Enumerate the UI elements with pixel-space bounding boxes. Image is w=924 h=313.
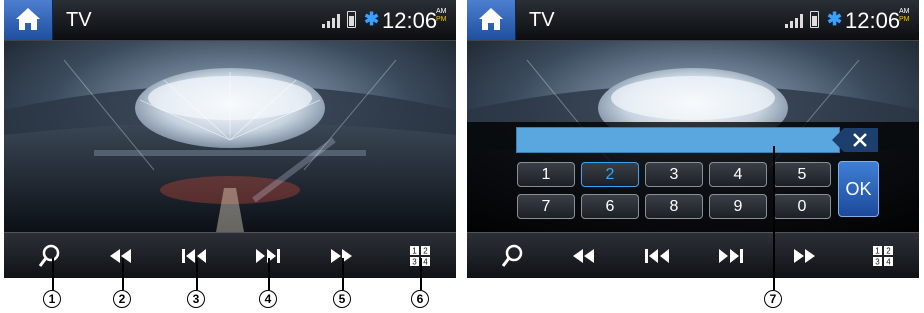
rewind-icon <box>573 249 594 263</box>
search-button[interactable] <box>34 241 64 271</box>
key-6[interactable]: 6 <box>581 194 639 219</box>
previous-track-icon <box>645 249 669 263</box>
key-label: 6 <box>605 197 615 215</box>
key-8[interactable]: 8 <box>645 194 703 219</box>
tv-screen-keypad: 1 2 3 4 5 7 6 8 9 0 OK TV ✱ 12:06 AM PM <box>467 0 919 278</box>
svg-text:3: 3 <box>412 258 417 267</box>
rewind-button[interactable] <box>569 241 599 271</box>
svg-text:4: 4 <box>423 258 428 267</box>
key-5[interactable]: 5 <box>773 162 831 187</box>
key-2[interactable]: 2 <box>581 162 639 187</box>
svg-text:3: 3 <box>875 258 880 267</box>
home-icon <box>16 8 40 30</box>
home-icon <box>479 8 503 30</box>
previous-track-button[interactable] <box>180 241 210 271</box>
control-bar: 1 2 3 4 <box>4 232 456 278</box>
key-9[interactable]: 9 <box>709 194 767 219</box>
key-label: 8 <box>669 197 679 215</box>
clock-time: 12:06 <box>845 8 901 33</box>
key-label: 3 <box>669 165 679 183</box>
key-1[interactable]: 1 <box>517 162 575 187</box>
pm-label: PM <box>436 16 447 23</box>
callout-1: 1 <box>43 290 61 308</box>
stadium-video-frame <box>4 40 456 232</box>
rewind-icon <box>110 249 131 263</box>
status-bar: TV ✱ 12:06 AM PM <box>4 0 456 41</box>
tv-screen-playback: TV ✱ 12:06 AM PM 1 2 3 4 <box>4 0 456 278</box>
key-label: 0 <box>797 197 807 215</box>
key-label: 2 <box>605 165 615 183</box>
battery-icon <box>347 11 356 28</box>
clock-time: 12:06 <box>382 8 438 33</box>
channel-entry-field[interactable] <box>516 127 840 153</box>
control-bar: 1 2 3 4 <box>467 232 919 278</box>
bluetooth-icon: ✱ <box>364 9 380 29</box>
previous-track-icon <box>182 249 206 263</box>
keypad-button[interactable]: 1 2 3 4 <box>868 241 898 271</box>
rewind-button[interactable] <box>106 241 136 271</box>
key-7[interactable]: 7 <box>517 194 575 219</box>
fast-forward-button[interactable] <box>326 241 356 271</box>
svg-text:4: 4 <box>886 258 891 267</box>
callout-6-leader <box>420 258 422 290</box>
next-track-button[interactable] <box>715 241 745 271</box>
callout-3: 3 <box>187 290 205 308</box>
svg-text:1: 1 <box>412 247 417 256</box>
source-title: TV <box>529 9 555 31</box>
callout-1-leader <box>52 258 54 290</box>
am-label: AM <box>899 8 910 15</box>
signal-strength-icon <box>322 14 340 28</box>
callout-4-leader <box>268 258 270 290</box>
status-bar: TV ✱ 12:06 AM PM <box>467 0 919 41</box>
key-label: 5 <box>797 165 807 183</box>
callout-2: 2 <box>113 290 131 308</box>
home-button[interactable] <box>467 0 516 40</box>
callout-6: 6 <box>411 290 429 308</box>
callout-2-leader <box>122 258 124 290</box>
battery-icon <box>810 11 819 28</box>
bluetooth-icon: ✱ <box>827 9 843 29</box>
search-icon <box>38 244 60 267</box>
callout-5: 5 <box>333 290 351 308</box>
key-4[interactable]: 4 <box>709 162 767 187</box>
search-icon <box>501 244 523 267</box>
am-pm-indicator: AM PM <box>436 8 447 24</box>
previous-track-button[interactable] <box>643 241 673 271</box>
key-label: 7 <box>541 197 551 215</box>
callout-7-leader <box>773 146 775 290</box>
search-button[interactable] <box>497 241 527 271</box>
callout-7: 7 <box>764 290 782 308</box>
pm-label: PM <box>899 16 910 23</box>
key-label: 1 <box>541 165 551 183</box>
key-3[interactable]: 3 <box>645 162 703 187</box>
am-pm-indicator: AM PM <box>899 8 910 24</box>
backspace-button[interactable] <box>832 127 878 153</box>
tv-video-area[interactable] <box>4 40 456 232</box>
next-track-button[interactable] <box>252 241 282 271</box>
key-label: 9 <box>733 197 743 215</box>
next-track-icon <box>256 249 280 263</box>
callout-5-leader <box>342 258 344 290</box>
backspace-icon <box>832 128 878 152</box>
svg-text:1: 1 <box>875 247 880 256</box>
home-button[interactable] <box>4 0 53 40</box>
ok-button[interactable]: OK <box>838 161 879 217</box>
source-title: TV <box>66 9 92 31</box>
signal-strength-icon <box>785 14 803 28</box>
svg-text:2: 2 <box>423 247 428 256</box>
fast-forward-button[interactable] <box>789 241 819 271</box>
am-label: AM <box>436 8 447 15</box>
fast-forward-icon <box>794 249 815 263</box>
keypad-icon: 1 2 3 4 <box>873 246 893 267</box>
ok-label: OK <box>845 178 872 199</box>
svg-text:2: 2 <box>886 247 891 256</box>
key-label: 4 <box>733 165 743 183</box>
fast-forward-icon <box>331 249 352 263</box>
callout-4: 4 <box>259 290 277 308</box>
callout-3-leader <box>196 258 198 290</box>
key-0[interactable]: 0 <box>773 194 831 219</box>
next-track-icon <box>719 249 743 263</box>
